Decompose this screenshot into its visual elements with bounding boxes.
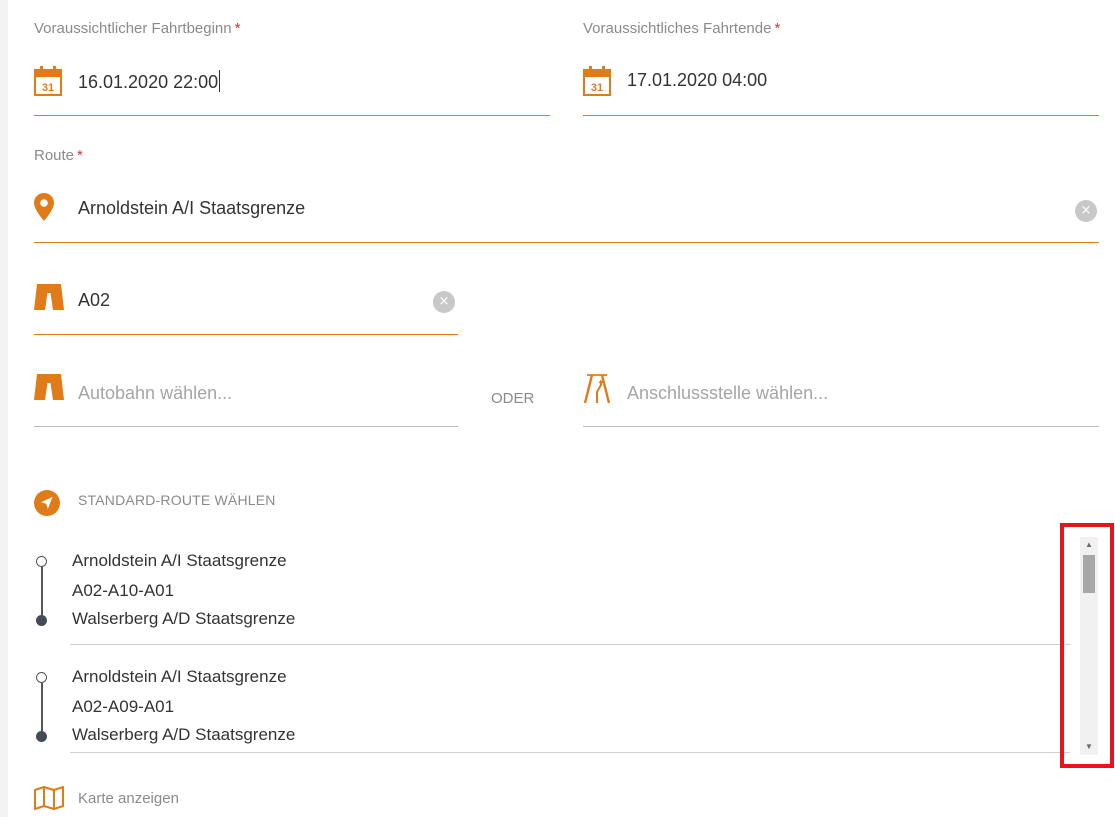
route-end-dot bbox=[36, 615, 47, 626]
route-via: A02-A09-A01 bbox=[72, 697, 175, 716]
standard-route-item[interactable]: Arnoldstein A/I Staatsgrenze A02-A10-A01… bbox=[30, 537, 1070, 645]
highway-icon bbox=[34, 284, 64, 315]
route-via: A02-A10-A01 bbox=[72, 581, 175, 600]
map-pin-icon bbox=[34, 193, 54, 226]
route-start-dot bbox=[36, 556, 47, 567]
navigation-icon bbox=[34, 490, 60, 521]
standard-route-label: STANDARD-ROUTE WÄHLEN bbox=[78, 492, 276, 508]
route-to: Walserberg A/D Staatsgrenze bbox=[72, 725, 296, 744]
standard-route-list[interactable]: Arnoldstein A/I Staatsgrenze A02-A10-A01… bbox=[30, 537, 1100, 755]
route-label: Route * bbox=[34, 147, 83, 164]
required-mark: * bbox=[77, 147, 83, 164]
end-date-input[interactable]: 17.01.2020 04:00 bbox=[627, 70, 767, 91]
route-connector-line bbox=[41, 567, 43, 615]
highway-selected-value[interactable]: A02 bbox=[78, 290, 110, 311]
calendar-day-text: 31 bbox=[42, 82, 54, 94]
show-map-link[interactable]: Karte anzeigen bbox=[34, 786, 179, 815]
junction-select-underline bbox=[583, 426, 1099, 427]
route-to: Walserberg A/D Staatsgrenze bbox=[72, 609, 296, 628]
route-end-dot bbox=[36, 731, 47, 742]
calendar-icon[interactable]: 31 bbox=[34, 66, 62, 101]
junction-select-input[interactable]: Anschlussstelle wählen... bbox=[627, 383, 828, 404]
scrollbar-highlight-box bbox=[1060, 523, 1114, 768]
calendar-icon[interactable]: 31 bbox=[583, 66, 611, 101]
route-from: Arnoldstein A/I Staatsgrenze bbox=[72, 667, 287, 686]
route-clear-button[interactable]: × bbox=[1075, 200, 1097, 222]
route-input[interactable]: Arnoldstein A/I Staatsgrenze bbox=[78, 198, 305, 219]
route-divider bbox=[70, 752, 1070, 753]
route-underline bbox=[34, 242, 1099, 243]
start-date-input[interactable]: 16.01.2020 22:00 bbox=[78, 70, 221, 93]
highway-clear-button[interactable]: × bbox=[433, 291, 455, 313]
required-mark: * bbox=[774, 20, 781, 37]
start-date-label: Voraussichtlicher Fahrtbeginn * bbox=[34, 20, 241, 37]
junction-icon bbox=[583, 374, 611, 409]
or-separator: ODER bbox=[491, 390, 535, 407]
highway-select-underline bbox=[34, 426, 458, 427]
highway-selected-underline bbox=[34, 334, 458, 335]
highway-icon bbox=[34, 374, 64, 405]
calendar-day-text: 31 bbox=[591, 82, 603, 94]
route-connector-line bbox=[41, 683, 43, 731]
map-icon bbox=[34, 786, 64, 810]
show-map-label: Karte anzeigen bbox=[78, 790, 179, 807]
route-start-dot bbox=[36, 672, 47, 683]
start-date-underline bbox=[34, 115, 550, 116]
standard-route-item[interactable]: Arnoldstein A/I Staatsgrenze A02-A09-A01… bbox=[30, 645, 1070, 753]
required-mark: * bbox=[234, 20, 241, 37]
end-date-label: Voraussichtliches Fahrtende * bbox=[583, 20, 781, 37]
highway-select-input[interactable]: Autobahn wählen... bbox=[78, 383, 232, 404]
left-border bbox=[0, 0, 8, 817]
route-from: Arnoldstein A/I Staatsgrenze bbox=[72, 551, 287, 570]
end-date-underline bbox=[583, 115, 1099, 116]
